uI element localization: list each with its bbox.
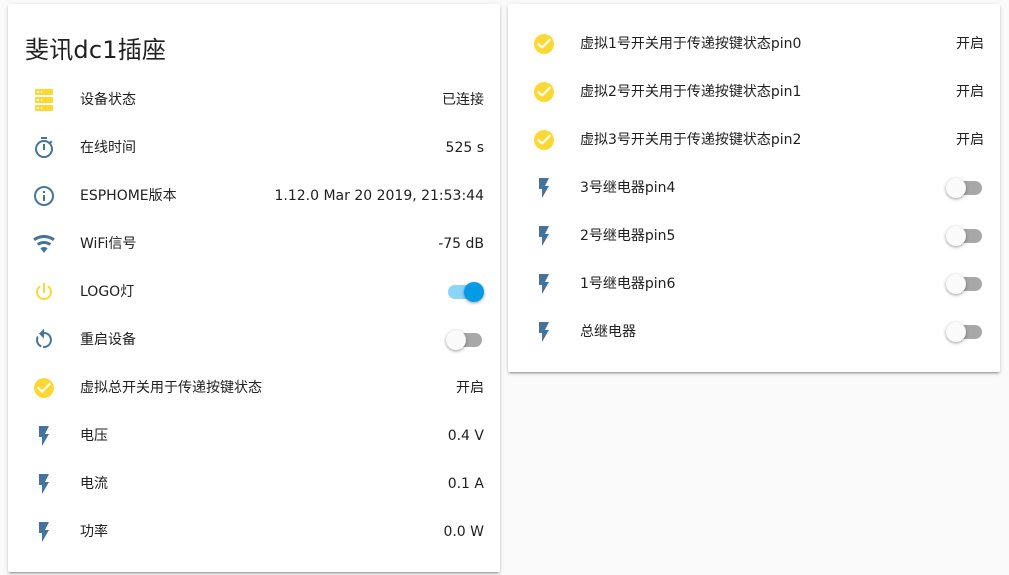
row-value: 已连接 [442,92,484,108]
row-label: 虚拟2号开关用于传递按键状态pin1 [580,84,802,100]
relay-1-toggle[interactable] [946,274,984,294]
row-value: -75 dB [438,236,484,252]
toggle-knob [946,226,966,246]
row-virtual-switch-1[interactable]: 虚拟1号开关用于传递按键状态pin0 开启 [508,20,1000,68]
row-label: 虚拟3号开关用于传递按键状态pin2 [580,132,802,148]
row-restart-device[interactable]: 重启设备 [8,316,500,364]
row-value: 开启 [956,132,984,148]
row-label: ESPHOME版本 [80,188,177,204]
timer-icon [32,136,56,160]
flash-icon [532,176,556,200]
switches-card: 虚拟1号开关用于传递按键状态pin0 开启 虚拟2号开关用于传递按键状态pin1… [508,4,1000,372]
row-wifi-signal[interactable]: WiFi信号 -75 dB [8,220,500,268]
row-label: 在线时间 [80,140,136,156]
row-label: 虚拟总开关用于传递按键状态 [80,380,262,396]
relay-3-toggle[interactable] [946,178,984,198]
row-label: 电压 [80,428,108,444]
toggle-knob [946,178,966,198]
row-voltage[interactable]: 电压 0.4 V [8,412,500,460]
toggle-knob [446,330,466,350]
check-circle-icon [532,32,556,56]
row-value: 0.1 A [447,476,484,492]
flash-icon [32,520,56,544]
row-relay-1[interactable]: 1号继电器pin6 [508,260,1000,308]
row-label: 功率 [80,524,108,540]
check-circle-icon [532,80,556,104]
row-value: 525 s [445,140,484,156]
row-relay-3[interactable]: 3号继电器pin4 [508,164,1000,212]
row-label: WiFi信号 [80,236,137,252]
row-esphome-version[interactable]: ESPHOME版本 1.12.0 Mar 20 2019, 21:53:44 [8,172,500,220]
row-virtual-switch-2[interactable]: 虚拟2号开关用于传递按键状态pin1 开启 [508,68,1000,116]
check-circle-icon [532,128,556,152]
row-value: 开启 [456,380,484,396]
row-relay-2[interactable]: 2号继电器pin5 [508,212,1000,260]
device-card: 斐讯dc1插座 设备状态 已连接 在线时间 525 s ESPHOME版本 1.… [8,4,500,572]
relay-2-toggle[interactable] [946,226,984,246]
toggle-knob [946,274,966,294]
info-icon [32,184,56,208]
row-label: 重启设备 [80,332,136,348]
toggle-knob [464,282,484,302]
row-label: 2号继电器pin5 [580,228,676,244]
server-icon [32,88,56,112]
row-logo-light[interactable]: LOGO灯 [8,268,500,316]
row-virtual-master-switch[interactable]: 虚拟总开关用于传递按键状态 开启 [8,364,500,412]
check-circle-icon [32,376,56,400]
row-label: LOGO灯 [80,284,135,300]
restart-icon [32,328,56,352]
row-value: 0.4 V [447,428,484,444]
row-device-status[interactable]: 设备状态 已连接 [8,76,500,124]
card-title: 斐讯dc1插座 [25,36,167,64]
power-icon [32,280,56,304]
master-relay-toggle[interactable] [946,322,984,342]
row-label: 3号继电器pin4 [580,180,676,196]
row-value: 开启 [956,36,984,52]
row-label: 设备状态 [80,92,136,108]
flash-icon [532,272,556,296]
row-value: 1.12.0 Mar 20 2019, 21:53:44 [274,188,484,204]
row-label: 1号继电器pin6 [580,276,676,292]
row-value: 开启 [956,84,984,100]
row-label: 电流 [80,476,108,492]
row-uptime[interactable]: 在线时间 525 s [8,124,500,172]
logo-light-toggle[interactable] [446,282,484,302]
wifi-icon [32,232,56,256]
restart-device-toggle[interactable] [446,330,484,350]
flash-icon [532,224,556,248]
row-label: 虚拟1号开关用于传递按键状态pin0 [580,36,802,52]
toggle-knob [946,322,966,342]
row-virtual-switch-3[interactable]: 虚拟3号开关用于传递按键状态pin2 开启 [508,116,1000,164]
row-label: 总继电器 [580,324,636,340]
flash-icon [532,320,556,344]
row-master-relay[interactable]: 总继电器 [508,308,1000,356]
flash-icon [32,424,56,448]
row-current[interactable]: 电流 0.1 A [8,460,500,508]
row-value: 0.0 W [443,524,484,540]
flash-icon [32,472,56,496]
row-power[interactable]: 功率 0.0 W [8,508,500,556]
